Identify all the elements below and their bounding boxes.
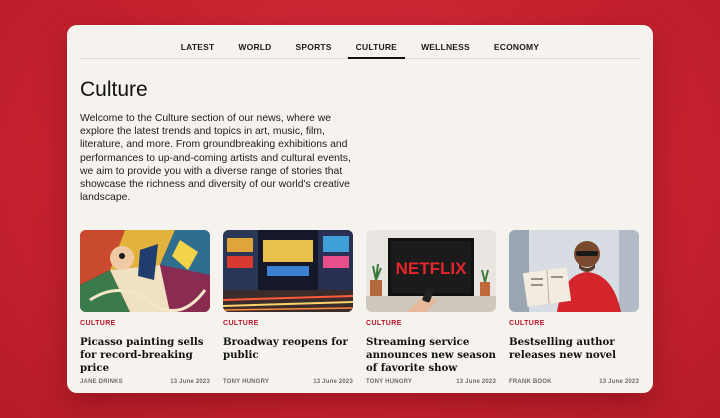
article-meta: FRANK BOOK 13 June 2023 xyxy=(509,379,639,385)
cubist-painting-image[interactable] xyxy=(80,230,210,312)
times-square-image[interactable] xyxy=(223,230,353,312)
man-reading-book-image[interactable] xyxy=(509,230,639,312)
tab-latest[interactable]: LATEST xyxy=(173,42,223,58)
page-title: Culture xyxy=(80,78,148,101)
svg-text:NETFLIX: NETFLIX xyxy=(396,259,467,278)
tab-sports[interactable]: SPORTS xyxy=(288,42,340,58)
tab-culture[interactable]: CULTURE xyxy=(347,42,406,59)
article-date: 13 June 2023 xyxy=(456,379,496,385)
article-meta: TONY HUNGRY 13 June 2023 xyxy=(366,379,496,385)
article-card[interactable]: CULTURE Broadway reopens for public TONY… xyxy=(223,230,353,390)
article-card[interactable]: CULTURE Picasso painting sells for recor… xyxy=(80,230,210,390)
article-author: TONY HUNGRY xyxy=(366,379,413,385)
article-category: CULTURE xyxy=(80,320,116,327)
article-card[interactable]: CULTURE Bestselling author releases new … xyxy=(509,230,639,390)
article-date: 13 June 2023 xyxy=(313,379,353,385)
article-category: CULTURE xyxy=(366,320,402,327)
section-nav: LATEST WORLD SPORTS CULTURE WELLNESS ECO… xyxy=(80,25,640,59)
article-grid: CULTURE Picasso painting sells for recor… xyxy=(80,230,639,390)
article-meta: JANE DRINKS 13 June 2023 xyxy=(80,379,210,385)
article-category: CULTURE xyxy=(223,320,259,327)
article-author: TONY HUNGRY xyxy=(223,379,270,385)
article-date: 13 June 2023 xyxy=(599,379,639,385)
article-author: FRANK BOOK xyxy=(509,379,552,385)
news-window: LATEST WORLD SPORTS CULTURE WELLNESS ECO… xyxy=(67,25,653,393)
article-card[interactable]: NETFLIX CULTURE Streaming service announ… xyxy=(366,230,496,390)
article-date: 13 June 2023 xyxy=(170,379,210,385)
article-author: JANE DRINKS xyxy=(80,379,123,385)
article-category: CULTURE xyxy=(509,320,545,327)
article-headline[interactable]: Picasso painting sells for record-breaki… xyxy=(80,336,210,375)
tab-world[interactable]: WORLD xyxy=(230,42,279,58)
tab-economy[interactable]: ECONOMY xyxy=(486,42,547,58)
netflix-tv-image[interactable]: NETFLIX xyxy=(366,230,496,312)
article-meta: TONY HUNGRY 13 June 2023 xyxy=(223,379,353,385)
tab-wellness[interactable]: WELLNESS xyxy=(413,42,478,58)
article-headline[interactable]: Bestselling author releases new novel xyxy=(509,336,639,362)
article-headline[interactable]: Streaming service announces new season o… xyxy=(366,336,496,375)
article-headline[interactable]: Broadway reopens for public xyxy=(223,336,353,362)
section-intro: Welcome to the Culture section of our ne… xyxy=(80,113,351,204)
